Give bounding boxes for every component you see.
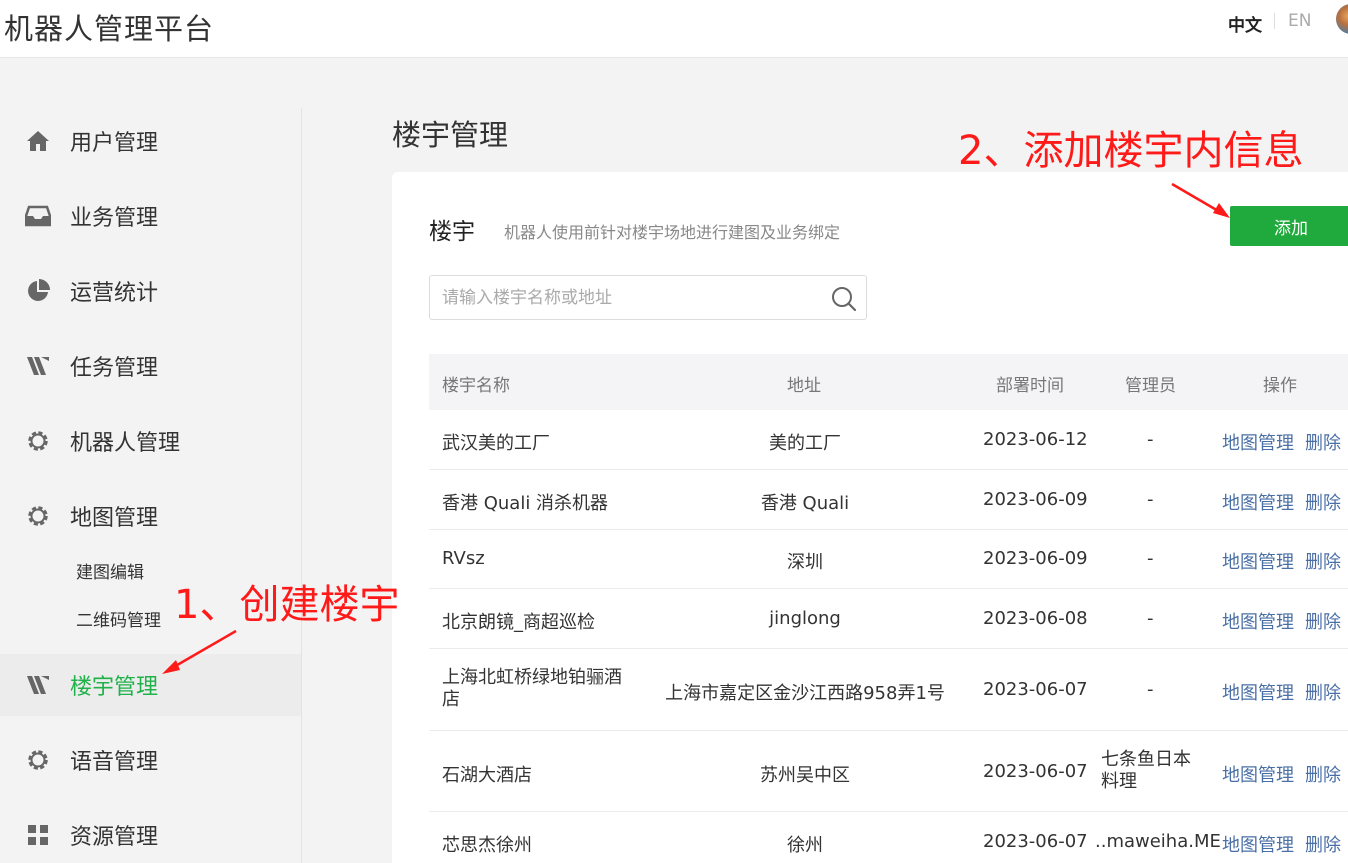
sidebar-subitem-qrcode[interactable]: 二维码管理: [76, 606, 161, 631]
delete-link[interactable]: 删除: [1305, 761, 1341, 787]
gear-icon: [24, 746, 52, 774]
building-icon: [24, 671, 52, 699]
column-header-actions: 操作: [1263, 376, 1297, 396]
annotation-step1: 1、创建楼宇: [174, 582, 400, 628]
delete-link[interactable]: 删除: [1305, 548, 1341, 574]
table-row: 香港 Quali 消杀机器 香港 Quali 2023-06-09 - 地图管理…: [429, 470, 1348, 530]
sidebar-item-resources[interactable]: 资源管理: [0, 804, 301, 863]
table-row: 北京朗镜_商超巡检 jinglong 2023-06-08 - 地图管理 删除: [429, 589, 1348, 649]
annotation-step2: 2、添加楼宇内信息: [958, 128, 1304, 174]
sidebar-item-maps[interactable]: 地图管理: [0, 485, 301, 547]
card-description: 机器人使用前针对楼宇场地进行建图及业务绑定: [504, 223, 841, 242]
table-row: RVsz 深圳 2023-06-09 - 地图管理 删除: [429, 530, 1348, 589]
sidebar-item-label: 地图管理: [70, 506, 159, 531]
cell-admin: 七条鱼日本料理: [1101, 749, 1191, 792]
cell-address: 香港 Quali: [760, 493, 850, 514]
map-manage-link[interactable]: 地图管理: [1222, 608, 1294, 634]
pie-chart-icon: [24, 277, 52, 305]
map-manage-link[interactable]: 地图管理: [1222, 548, 1294, 574]
sidebar-item-voice[interactable]: 语音管理: [0, 729, 301, 791]
sidebar-item-label: 运营统计: [70, 281, 159, 306]
sidebar: 用户管理 业务管理 运营统计 任务管理 机器人管理 地图管理 建图编辑 二维码管…: [0, 108, 302, 863]
cell-date: 2023-06-09: [983, 489, 1088, 510]
cell-address: 苏州吴中区: [760, 765, 850, 786]
table-row: 上海北虹桥绿地铂骊酒店 上海市嘉定区金沙江西路958弄1号 2023-06-07…: [429, 649, 1348, 731]
cell-name: 芯思杰徐州: [442, 835, 532, 856]
cell-date: 2023-06-07: [983, 679, 1088, 700]
sidebar-item-label: 业务管理: [70, 206, 159, 231]
top-bar: 机器人管理平台 中文 EN: [0, 0, 1348, 58]
sidebar-item-users[interactable]: 用户管理: [0, 110, 301, 172]
search-icon[interactable]: [831, 286, 857, 312]
buildings-card: 楼宇 机器人使用前针对楼宇场地进行建图及业务绑定 添加 楼宇名称 地址 部署时间…: [392, 172, 1348, 863]
cell-date: 2023-06-09: [983, 548, 1088, 569]
sidebar-item-label: 楼宇管理: [70, 675, 159, 700]
page-title: 楼宇管理: [392, 118, 509, 152]
cell-date: 2023-06-12: [983, 429, 1088, 450]
cell-address: jinglong: [769, 608, 841, 629]
gear-icon: [24, 427, 52, 455]
sidebar-subitem-map-edit[interactable]: 建图编辑: [76, 558, 144, 583]
map-manage-link[interactable]: 地图管理: [1222, 679, 1294, 705]
table-row: 武汉美的工厂 美的工厂 2023-06-12 - 地图管理 删除: [429, 410, 1348, 470]
cell-name: 香港 Quali 消杀机器: [442, 493, 609, 514]
cell-name: 北京朗镜_商超巡检: [442, 612, 595, 633]
column-header-admin: 管理员: [1125, 376, 1176, 396]
table-row: 芯思杰徐州 徐州 2023-06-07 ..maweiha.ME 地图管理 删除: [429, 812, 1348, 863]
inbox-icon: [24, 202, 52, 230]
cell-admin: ..maweiha.ME: [1095, 831, 1221, 852]
column-header-date: 部署时间: [996, 376, 1064, 396]
search-input[interactable]: [442, 286, 822, 310]
grid-icon: [24, 821, 52, 849]
column-header-address: 地址: [787, 376, 821, 396]
cell-name: 上海北虹桥绿地铂骊酒店: [442, 667, 622, 710]
column-header-name: 楼宇名称: [442, 376, 510, 396]
language-zh-toggle[interactable]: 中文: [1228, 11, 1262, 36]
language-divider: [1274, 13, 1275, 29]
add-building-button[interactable]: 添加: [1230, 206, 1348, 246]
cell-address: 深圳: [787, 552, 823, 573]
sidebar-item-business[interactable]: 业务管理: [0, 185, 301, 247]
language-en-toggle[interactable]: EN: [1288, 11, 1311, 31]
cell-address: 上海市嘉定区金沙江西路958弄1号: [665, 683, 945, 704]
delete-link[interactable]: 删除: [1305, 489, 1341, 515]
sidebar-item-statistics[interactable]: 运营统计: [0, 260, 301, 322]
map-manage-link[interactable]: 地图管理: [1222, 761, 1294, 787]
sidebar-item-label: 资源管理: [70, 825, 159, 850]
sidebar-item-robots[interactable]: 机器人管理: [0, 410, 301, 472]
app-title: 机器人管理平台: [4, 12, 215, 46]
cell-address: 美的工厂: [769, 433, 841, 454]
sidebar-item-label: 机器人管理: [70, 431, 181, 456]
map-manage-link[interactable]: 地图管理: [1222, 831, 1294, 857]
table-header: 楼宇名称 地址 部署时间 管理员 操作: [429, 354, 1348, 410]
cell-address: 徐州: [787, 835, 823, 856]
delete-link[interactable]: 删除: [1305, 429, 1341, 455]
delete-link[interactable]: 删除: [1305, 608, 1341, 634]
cell-name: RVsz: [442, 548, 485, 569]
gear-icon: [24, 502, 52, 530]
home-icon: [24, 127, 52, 155]
sidebar-item-label: 任务管理: [70, 356, 159, 381]
sidebar-item-label: 语音管理: [70, 750, 159, 775]
cell-date: 2023-06-07: [983, 831, 1088, 852]
table-row: 石湖大酒店 苏州吴中区 2023-06-07 七条鱼日本料理 地图管理 删除: [429, 731, 1348, 812]
map-manage-link[interactable]: 地图管理: [1222, 429, 1294, 455]
map-manage-link[interactable]: 地图管理: [1222, 489, 1294, 515]
card-title: 楼宇: [429, 219, 475, 245]
avatar[interactable]: [1336, 4, 1348, 34]
sidebar-item-buildings[interactable]: 楼宇管理: [0, 654, 301, 716]
cell-name: 武汉美的工厂: [442, 433, 550, 454]
cell-date: 2023-06-07: [983, 761, 1088, 782]
sidebar-item-label: 用户管理: [70, 131, 159, 156]
task-icon: [24, 352, 52, 380]
delete-link[interactable]: 删除: [1305, 679, 1341, 705]
search-box: [429, 275, 867, 320]
cell-date: 2023-06-08: [983, 608, 1088, 629]
cell-name: 石湖大酒店: [442, 765, 532, 786]
delete-link[interactable]: 删除: [1305, 831, 1341, 857]
sidebar-item-tasks[interactable]: 任务管理: [0, 335, 301, 397]
